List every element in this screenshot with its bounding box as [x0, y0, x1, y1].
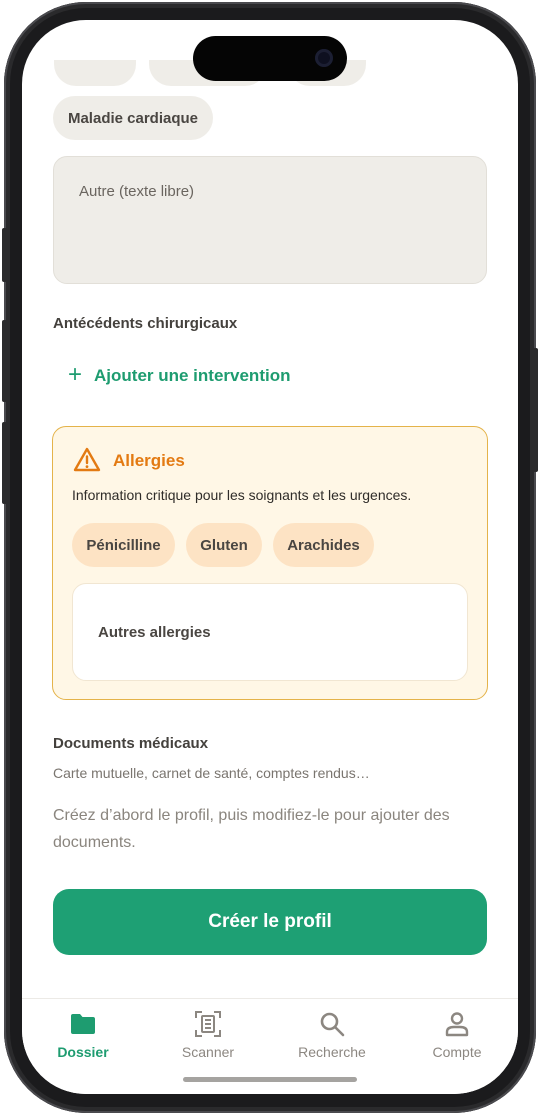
tab-label: Dossier [57, 1044, 109, 1060]
power-button [533, 348, 538, 472]
camera-icon [315, 49, 333, 67]
condition-chip-partial[interactable] [54, 60, 136, 86]
tab-label: Recherche [298, 1044, 366, 1060]
other-condition-field[interactable]: Autre (texte libre) [53, 156, 487, 284]
tab-dossier[interactable]: Dossier [28, 1009, 138, 1060]
plus-icon: + [68, 361, 83, 388]
volume-down-button [2, 422, 7, 504]
scanner-icon [195, 1011, 221, 1037]
medical-documents-info: Créez d’abord le profil, puis modifiez-l… [53, 807, 450, 851]
allergy-chip-penicillin[interactable]: Pénicilline [72, 523, 175, 567]
allergies-description: Information critique pour les soignants … [72, 487, 412, 503]
search-icon [320, 1012, 345, 1037]
add-intervention-button[interactable]: + Ajouter une intervention [68, 361, 291, 388]
screen: Maladie cardiaque Autre (texte libre) An… [22, 20, 518, 1094]
home-indicator[interactable] [183, 1077, 357, 1082]
tab-recherche[interactable]: Recherche [277, 1009, 387, 1060]
surgical-history-label: Antécédents chirurgicaux [53, 315, 238, 332]
allergies-title: Allergies [113, 451, 185, 470]
medical-documents-label: Documents médicaux [53, 735, 209, 752]
allergies-card: Allergies Information critique pour les … [52, 426, 488, 700]
tab-compte[interactable]: Compte [402, 1009, 512, 1060]
folder-icon [71, 1014, 95, 1034]
tab-label: Scanner [181, 1044, 235, 1060]
tab-scanner[interactable]: Scanner [153, 1009, 263, 1060]
other-allergies-field[interactable]: Autres allergies [72, 583, 468, 681]
allergy-chip-gluten[interactable]: Gluten [186, 523, 262, 567]
condition-chip-heart-disease[interactable]: Maladie cardiaque [53, 96, 213, 140]
medical-documents-subtitle: Carte mutuelle, carnet de santé, comptes… [53, 765, 370, 781]
dynamic-island [193, 36, 347, 81]
user-icon [445, 1012, 469, 1037]
allergy-chip-peanuts[interactable]: Arachides [273, 523, 374, 567]
action-button [2, 228, 7, 282]
warning-triangle-icon [73, 447, 101, 472]
tab-label: Compte [432, 1044, 482, 1060]
create-profile-button[interactable]: Créer le profil [53, 889, 487, 955]
volume-up-button [2, 320, 7, 402]
add-intervention-label: Ajouter une intervention [94, 366, 291, 385]
